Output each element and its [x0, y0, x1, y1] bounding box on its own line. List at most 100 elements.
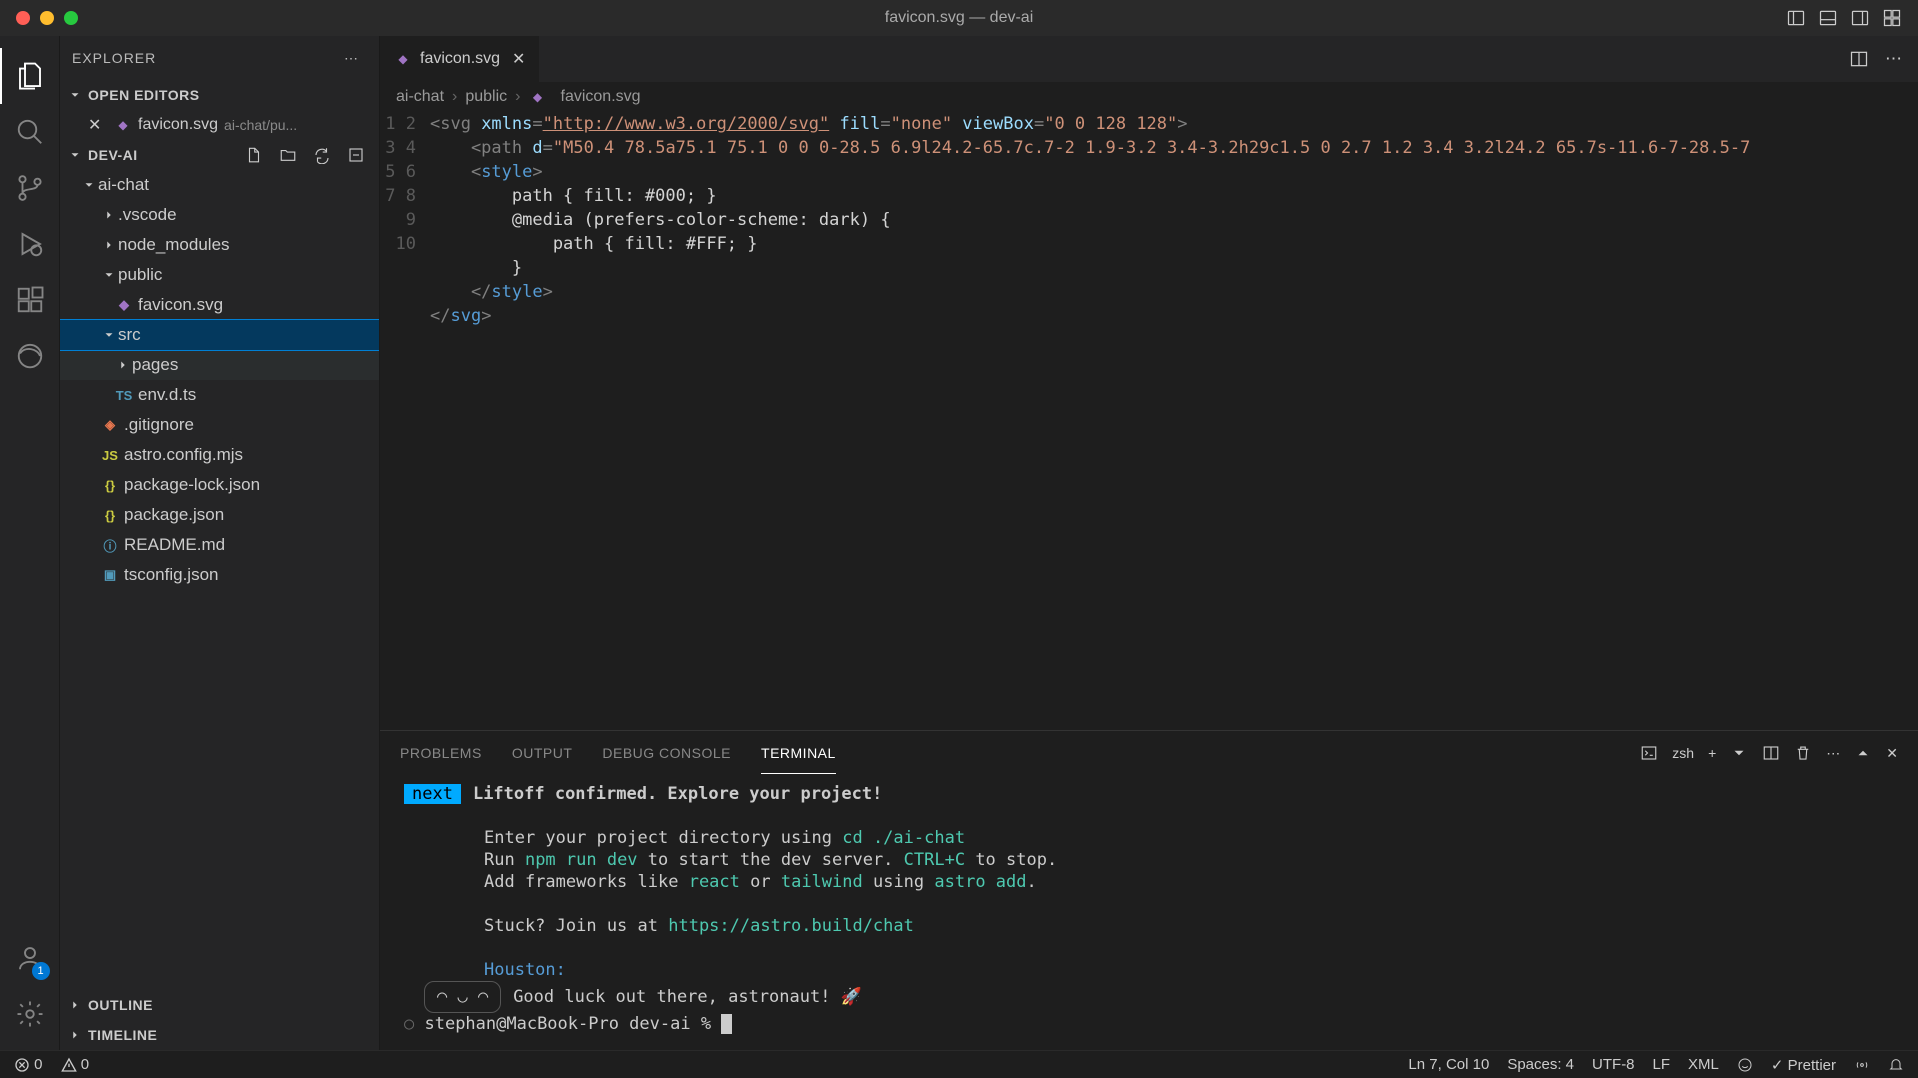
more-actions-icon[interactable]: ⋯	[1885, 49, 1902, 69]
panel-tab-debug[interactable]: DEBUG CONSOLE	[602, 733, 731, 773]
new-folder-icon[interactable]	[279, 146, 297, 164]
activity-search[interactable]	[0, 104, 60, 160]
status-errors[interactable]: 0	[14, 1056, 43, 1073]
status-indent[interactable]: Spaces: 4	[1507, 1056, 1574, 1073]
more-icon[interactable]: ⋯	[1826, 745, 1840, 762]
tree-file-readme[interactable]: ⓘREADME.md	[60, 530, 379, 560]
tab-close-icon[interactable]: ✕	[512, 49, 525, 69]
terminal-shell-name[interactable]: zsh	[1672, 745, 1694, 761]
status-prettier[interactable]: ✓ Prettier	[1771, 1056, 1836, 1074]
split-editor-icon[interactable]	[1849, 49, 1869, 69]
chevron-down-icon[interactable]	[1730, 744, 1748, 762]
info-file-icon: ⓘ	[100, 536, 120, 555]
breadcrumb-item[interactable]: ai-chat	[396, 88, 444, 106]
section-open-editors[interactable]: OPEN EDITORS	[60, 80, 379, 110]
chevron-right-icon	[68, 1028, 82, 1042]
collapse-icon[interactable]	[347, 146, 365, 164]
panel-tabs: PROBLEMS OUTPUT DEBUG CONSOLE TERMINAL z…	[380, 731, 1918, 775]
chevron-down-icon	[102, 328, 116, 342]
new-terminal-icon[interactable]: +	[1708, 745, 1716, 761]
svg-file-icon: ◆	[114, 116, 132, 134]
activity-run-debug[interactable]	[0, 216, 60, 272]
tree-file-tsconfig[interactable]: ▣tsconfig.json	[60, 560, 379, 590]
close-panel-icon[interactable]: ✕	[1886, 745, 1898, 762]
tree-folder-src[interactable]: src	[60, 320, 379, 350]
tree-label: .vscode	[118, 205, 177, 225]
close-window[interactable]	[16, 11, 30, 25]
activity-settings[interactable]	[0, 986, 60, 1042]
tree-file-env[interactable]: TSenv.d.ts	[60, 380, 379, 410]
status-warnings[interactable]: 0	[61, 1056, 90, 1073]
close-editor-icon[interactable]: ✕	[88, 115, 106, 135]
tree-label: README.md	[124, 535, 225, 555]
activity-explorer[interactable]	[0, 48, 60, 104]
open-editor-item[interactable]: ✕ ◆ favicon.svg ai-chat/pu...	[60, 110, 379, 140]
tree-label: ai-chat	[98, 175, 149, 195]
window-title: favicon.svg — dev-ai	[885, 9, 1034, 27]
tree-folder-vscode[interactable]: .vscode	[60, 200, 379, 230]
chevron-down-icon	[68, 88, 82, 102]
tree-file-package-lock[interactable]: {}package-lock.json	[60, 470, 379, 500]
activity-bar: 1	[0, 36, 60, 1050]
breadcrumb-item[interactable]: favicon.svg	[561, 88, 641, 106]
tree-file-gitignore[interactable]: ◈.gitignore	[60, 410, 379, 440]
toggle-primary-sidebar-icon[interactable]	[1786, 8, 1806, 28]
sidebar-more[interactable]: ⋯	[344, 50, 359, 67]
open-editor-name: favicon.svg	[138, 116, 218, 134]
breadcrumb-item[interactable]: public	[465, 88, 507, 106]
bell-icon[interactable]	[1888, 1057, 1904, 1073]
status-cursor-position[interactable]: Ln 7, Col 10	[1408, 1056, 1489, 1073]
breadcrumbs[interactable]: ai-chat › public › ◆ favicon.svg	[380, 82, 1918, 112]
refresh-icon[interactable]	[313, 146, 331, 164]
code-content[interactable]: <svg xmlns="http://www.w3.org/2000/svg" …	[430, 112, 1918, 730]
terminal-launch-icon[interactable]	[1640, 744, 1658, 762]
branch-icon	[15, 173, 45, 203]
tree-folder-ai-chat[interactable]: ai-chat	[60, 170, 379, 200]
chevron-up-icon[interactable]	[1854, 744, 1872, 762]
maximize-window[interactable]	[64, 11, 78, 25]
section-label: DEV-AI	[88, 147, 138, 163]
tree-folder-node-modules[interactable]: node_modules	[60, 230, 379, 260]
status-eol[interactable]: LF	[1653, 1056, 1671, 1073]
minimize-window[interactable]	[40, 11, 54, 25]
tab-favicon[interactable]: ◆ favicon.svg ✕	[380, 36, 540, 82]
section-label: OUTLINE	[88, 997, 153, 1013]
chevron-right-icon	[102, 208, 116, 222]
terminal-badge: next	[404, 784, 461, 804]
statusbar: 0 0 Ln 7, Col 10 Spaces: 4 UTF-8 LF XML …	[0, 1050, 1918, 1078]
activity-edge-tools[interactable]	[0, 328, 60, 384]
broadcast-icon[interactable]	[1854, 1057, 1870, 1073]
terminal-content[interactable]: nextLiftoff confirmed. Explore your proj…	[380, 775, 1918, 1050]
terminal-prompt: stephan@MacBook-Pro dev-ai %	[424, 1014, 721, 1034]
status-encoding[interactable]: UTF-8	[1592, 1056, 1635, 1073]
feedback-icon[interactable]	[1737, 1057, 1753, 1073]
tree-folder-pages[interactable]: pages	[60, 350, 379, 380]
tree-file-astro-config[interactable]: JSastro.config.mjs	[60, 440, 379, 470]
activity-accounts[interactable]: 1	[0, 930, 60, 986]
section-outline[interactable]: OUTLINE	[60, 990, 379, 1020]
titlebar: favicon.svg — dev-ai	[0, 0, 1918, 36]
panel-tab-terminal[interactable]: TERMINAL	[761, 733, 836, 774]
chevron-down-icon	[102, 268, 116, 282]
code-editor[interactable]: 1 2 3 4 5 6 7 8 9 10 <svg xmlns="http://…	[380, 112, 1918, 730]
editor-tabs: ◆ favicon.svg ✕ ⋯	[380, 36, 1918, 82]
warning-icon	[61, 1057, 77, 1073]
tree-file-favicon[interactable]: ◆favicon.svg	[60, 290, 379, 320]
file-tree: ai-chat .vscode node_modules public ◆fav…	[60, 170, 379, 990]
section-timeline[interactable]: TIMELINE	[60, 1020, 379, 1050]
section-project[interactable]: DEV-AI	[60, 140, 379, 170]
status-language[interactable]: XML	[1688, 1056, 1719, 1073]
panel-tab-problems[interactable]: PROBLEMS	[400, 733, 482, 773]
toggle-secondary-sidebar-icon[interactable]	[1850, 8, 1870, 28]
tree-folder-public[interactable]: public	[60, 260, 379, 290]
split-terminal-icon[interactable]	[1762, 744, 1780, 762]
activity-source-control[interactable]	[0, 160, 60, 216]
toggle-panel-icon[interactable]	[1818, 8, 1838, 28]
tree-file-package[interactable]: {}package.json	[60, 500, 379, 530]
trash-icon[interactable]	[1794, 744, 1812, 762]
customize-layout-icon[interactable]	[1882, 8, 1902, 28]
activity-extensions[interactable]	[0, 272, 60, 328]
chevron-down-icon	[68, 148, 82, 162]
new-file-icon[interactable]	[245, 146, 263, 164]
panel-tab-output[interactable]: OUTPUT	[512, 733, 573, 773]
